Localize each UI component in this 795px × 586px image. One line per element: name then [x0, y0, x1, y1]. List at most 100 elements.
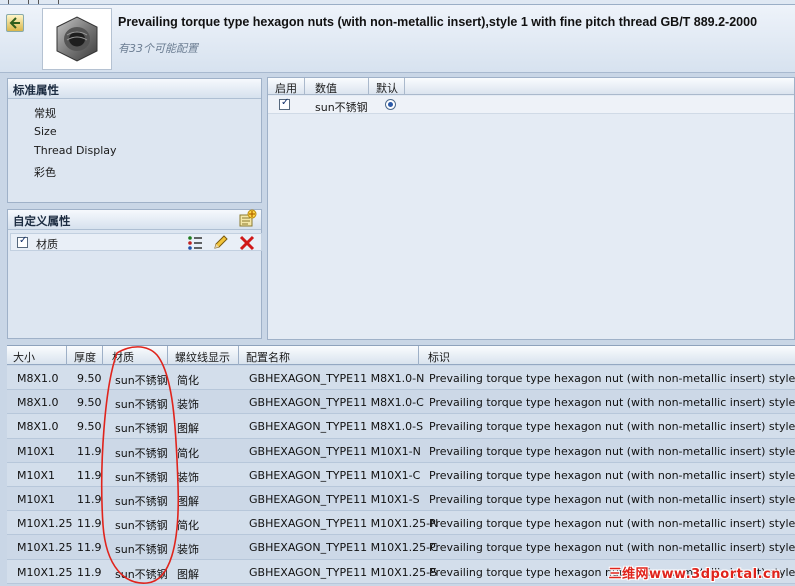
cell-thickness: 9.50 [77, 372, 102, 385]
cell-config-name: GBHEXAGON_TYPE11 M8X1.0-S [249, 420, 424, 434]
config-table-row[interactable]: M10X1 11.9 sun不锈钢 装饰 GBHEXAGON_TYPE11 M10X1-… [7, 462, 795, 487]
config-count: 有33个可能配置 [118, 42, 198, 55]
cell-thread-display: 装饰 [177, 543, 199, 557]
cell-material: sun不锈钢 [115, 470, 168, 484]
part-thumbnail [42, 8, 112, 70]
cell-thread-display: 图解 [177, 567, 199, 581]
delete-icon[interactable] [239, 235, 255, 251]
cell-thickness: 11.9 [77, 541, 102, 555]
value-row[interactable]: sun不锈钢 [268, 96, 794, 114]
add-property-icon[interactable] [237, 209, 257, 229]
cell-size: M8X1.0 [17, 420, 59, 434]
cell-config-name: GBHEXAGON_TYPE11 M10X1.25-S [249, 565, 438, 579]
cell-thickness: 11.9 [77, 444, 102, 458]
configuration-table-header: 大小 厚度 材质 螺纹线显示 配置名称 标识 [7, 346, 795, 365]
col-value: 数值 [315, 82, 337, 95]
cell-config-name: GBHEXAGON_TYPE11 M8X1.0-C [249, 396, 424, 410]
cell-size: M10X1.25 [17, 517, 73, 531]
cell-thickness: 11.9 [77, 493, 102, 506]
property-values-panel: 启用 数值 默认 sun不锈钢 [267, 77, 795, 340]
cell-size: M10X1 [17, 444, 56, 458]
values-header: 启用 数值 默认 [268, 78, 794, 95]
cell-identifier: Prevailing torque type hexagon nut (with… [429, 493, 795, 506]
col-identifier[interactable]: 标识 [428, 349, 450, 365]
cell-config-name: GBHEXAGON_TYPE11 M10X1-C [249, 468, 421, 482]
col-thread-display[interactable]: 螺纹线显示 [175, 349, 230, 365]
cell-identifier: Prevailing torque type hexagon nut (with… [429, 372, 795, 385]
cell-material: sun不锈钢 [115, 398, 168, 412]
config-table-row[interactable]: M10X1.25 11.9 sun不锈钢 简化 GBHEXAGON_TYPE11 M10… [7, 511, 795, 536]
cell-config-name: GBHEXAGON_TYPE11 M10X1-S [249, 493, 420, 506]
pencil-edit-icon[interactable] [212, 235, 228, 251]
cell-thread-display: 装饰 [177, 398, 199, 412]
cell-thread-display: 简化 [177, 519, 199, 533]
cell-config-name: GBHEXAGON_TYPE11 M10X1.25-N [249, 517, 439, 531]
custom-prop-label: 材质 [36, 238, 58, 251]
configuration-table: 大小 厚度 材质 螺纹线显示 配置名称 标识 M8X1.0 9.50 sun不锈钢简… [7, 345, 795, 586]
cell-identifier: Prevailing torque type hexagon nut (with… [429, 396, 795, 410]
config-table-row[interactable]: M10X1.25 11.9 sun不锈钢 装饰 GBHEXAGON_TYPE11 M10… [7, 535, 795, 560]
cell-material: sun不锈钢 [115, 374, 168, 387]
cell-identifier: Prevailing torque type hexagon nut (with… [429, 444, 795, 458]
cell-config-name: GBHEXAGON_TYPE11 M10X1.25-C [249, 541, 438, 555]
cell-size: M10X1.25 [17, 541, 73, 555]
list-edit-icon[interactable] [187, 235, 203, 251]
col-material[interactable]: 材质 [112, 349, 134, 365]
cell-size: M10X1.25 [17, 565, 73, 579]
cell-material: sun不锈钢 [115, 543, 168, 557]
col-config-name[interactable]: 配置名称 [246, 349, 290, 365]
standard-properties-title: 标准属性 [8, 79, 261, 99]
custom-properties-title: 自定义属性 [8, 209, 261, 230]
config-table-row[interactable]: M10X1 11.9 sun不锈钢 简化 GBHEXAGON_TYPE11 M10X1-… [7, 438, 795, 463]
cell-thickness: 11.9 [77, 468, 102, 482]
std-prop-color[interactable]: 彩色 [8, 161, 261, 181]
part-title: Prevailing torque type hexagon nuts (wit… [118, 15, 758, 29]
cell-identifier: Prevailing torque type hexagon nut (with… [429, 517, 795, 531]
cell-size: M10X1 [17, 493, 56, 506]
cell-thickness: 11.9 [77, 565, 102, 579]
back-arrow-icon[interactable] [6, 14, 24, 32]
cell-thread-display: 装饰 [177, 470, 199, 484]
std-prop-thread-display[interactable]: Thread Display [8, 141, 261, 161]
config-table-row[interactable]: M8X1.0 9.50 sun不锈钢 装饰 GBHEXAGON_TYPE11 M8X1.… [7, 390, 795, 415]
cell-material: sun不锈钢 [115, 495, 168, 508]
cell-thread-display: 简化 [177, 374, 199, 387]
cell-thickness: 11.9 [77, 517, 102, 531]
custom-prop-row-material[interactable]: 材质 [10, 233, 262, 251]
config-table-row[interactable]: M8X1.0 9.50 sun不锈钢 图解 GBHEXAGON_TYPE11 M8X1.… [7, 414, 795, 439]
standard-properties-panel: 标准属性 常规 Size Thread Display 彩色 [7, 78, 262, 203]
cell-identifier: Prevailing torque type hexagon nut (with… [429, 541, 795, 555]
col-default: 默认 [376, 82, 398, 95]
cell-identifier: Prevailing torque type hexagon nut (with… [429, 420, 795, 434]
cell-material: sun不锈钢 [115, 519, 168, 533]
value-default-radio[interactable] [385, 99, 396, 110]
material-checkbox[interactable] [17, 235, 28, 248]
cell-config-name: GBHEXAGON_TYPE11 M8X1.0-N [249, 372, 425, 385]
watermark: 三维网www.3dportal.cn [608, 567, 781, 582]
cell-identifier: Prevailing torque type hexagon nut (with… [429, 468, 795, 482]
col-size[interactable]: 大小 [13, 349, 35, 365]
cell-config-name: GBHEXAGON_TYPE11 M10X1-N [249, 444, 421, 458]
part-header: Prevailing torque type hexagon nuts (wit… [0, 5, 795, 73]
cell-thread-display: 简化 [177, 446, 199, 460]
cell-thickness: 9.50 [77, 396, 102, 410]
cell-thread-display: 图解 [177, 495, 199, 508]
value-enabled-checkbox[interactable] [279, 97, 290, 110]
col-thickness[interactable]: 厚度 [74, 349, 96, 365]
cell-size: M10X1 [17, 468, 56, 482]
config-table-row[interactable]: M10X1 11.9 sun不锈钢 图解 GBHEXAGON_TYPE11 M10X1-… [7, 487, 795, 512]
cell-size: M8X1.0 [17, 372, 59, 385]
cell-material: sun不锈钢 [115, 446, 168, 460]
cell-size: M8X1.0 [17, 396, 59, 410]
config-table-row[interactable]: M8X1.0 9.50 sun不锈钢 简化 GBHEXAGON_TYPE11 M8X1.… [7, 366, 795, 391]
cell-thread-display: 图解 [177, 422, 199, 436]
cell-material: sun不锈钢 [115, 567, 168, 581]
custom-properties-panel: 自定义属性 材质 [7, 209, 262, 339]
custom-properties-label: 自定义属性 [13, 214, 71, 228]
value-text: sun不锈钢 [315, 101, 368, 114]
cell-thickness: 9.50 [77, 420, 102, 434]
col-enabled: 启用 [275, 82, 297, 95]
cell-material: sun不锈钢 [115, 422, 168, 436]
std-prop-general[interactable]: 常规 [8, 102, 261, 122]
std-prop-size[interactable]: Size [8, 122, 261, 142]
